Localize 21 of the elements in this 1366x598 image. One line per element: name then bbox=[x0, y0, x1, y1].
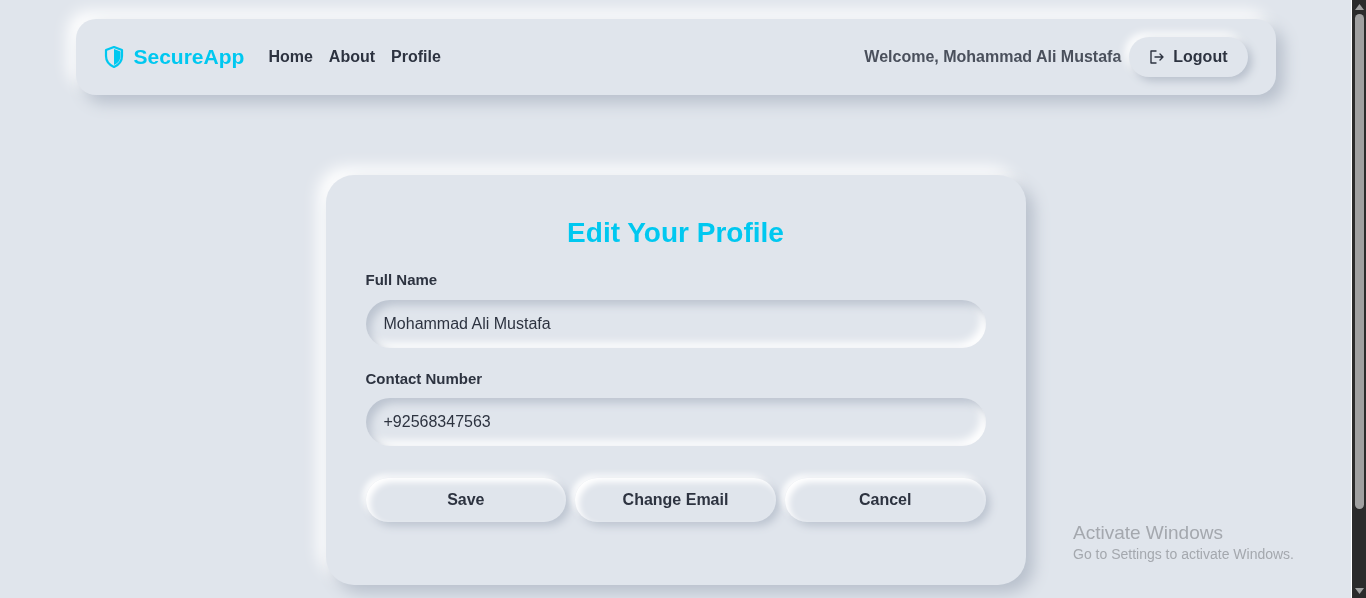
nav-link[interactable]: About bbox=[328, 45, 376, 69]
field-label: Contact Number bbox=[365, 368, 484, 389]
scroll-thumb[interactable] bbox=[1354, 14, 1364, 509]
scroll-up-icon[interactable] bbox=[1354, 4, 1364, 10]
activation-text: Go to Settings to activate Windows. bbox=[1073, 545, 1294, 563]
form-title: Edit Your Profile bbox=[566, 216, 785, 250]
logout-icon bbox=[1149, 50, 1166, 64]
scrollbar[interactable] bbox=[1351, 0, 1366, 598]
form-button[interactable]: Cancel bbox=[784, 478, 986, 522]
text-input[interactable]: Mohammad Ali Mustafa bbox=[365, 299, 986, 348]
form-button[interactable]: Save bbox=[365, 478, 567, 522]
form-button[interactable]: Change Email bbox=[575, 478, 776, 522]
field-label: Full Name bbox=[365, 270, 439, 290]
welcome-text: Welcome, Mohammad Ali Mustafa bbox=[864, 47, 1122, 67]
nav-link[interactable]: Home bbox=[268, 45, 313, 69]
activation-title: Activate Windows bbox=[1073, 521, 1224, 545]
shield-icon bbox=[103, 46, 124, 68]
logout-button[interactable]: Logout bbox=[1129, 37, 1248, 77]
scroll-down-icon[interactable] bbox=[1354, 588, 1364, 594]
nav-link[interactable]: Profile bbox=[391, 45, 441, 69]
text-input[interactable]: +92568347563 bbox=[365, 398, 986, 446]
